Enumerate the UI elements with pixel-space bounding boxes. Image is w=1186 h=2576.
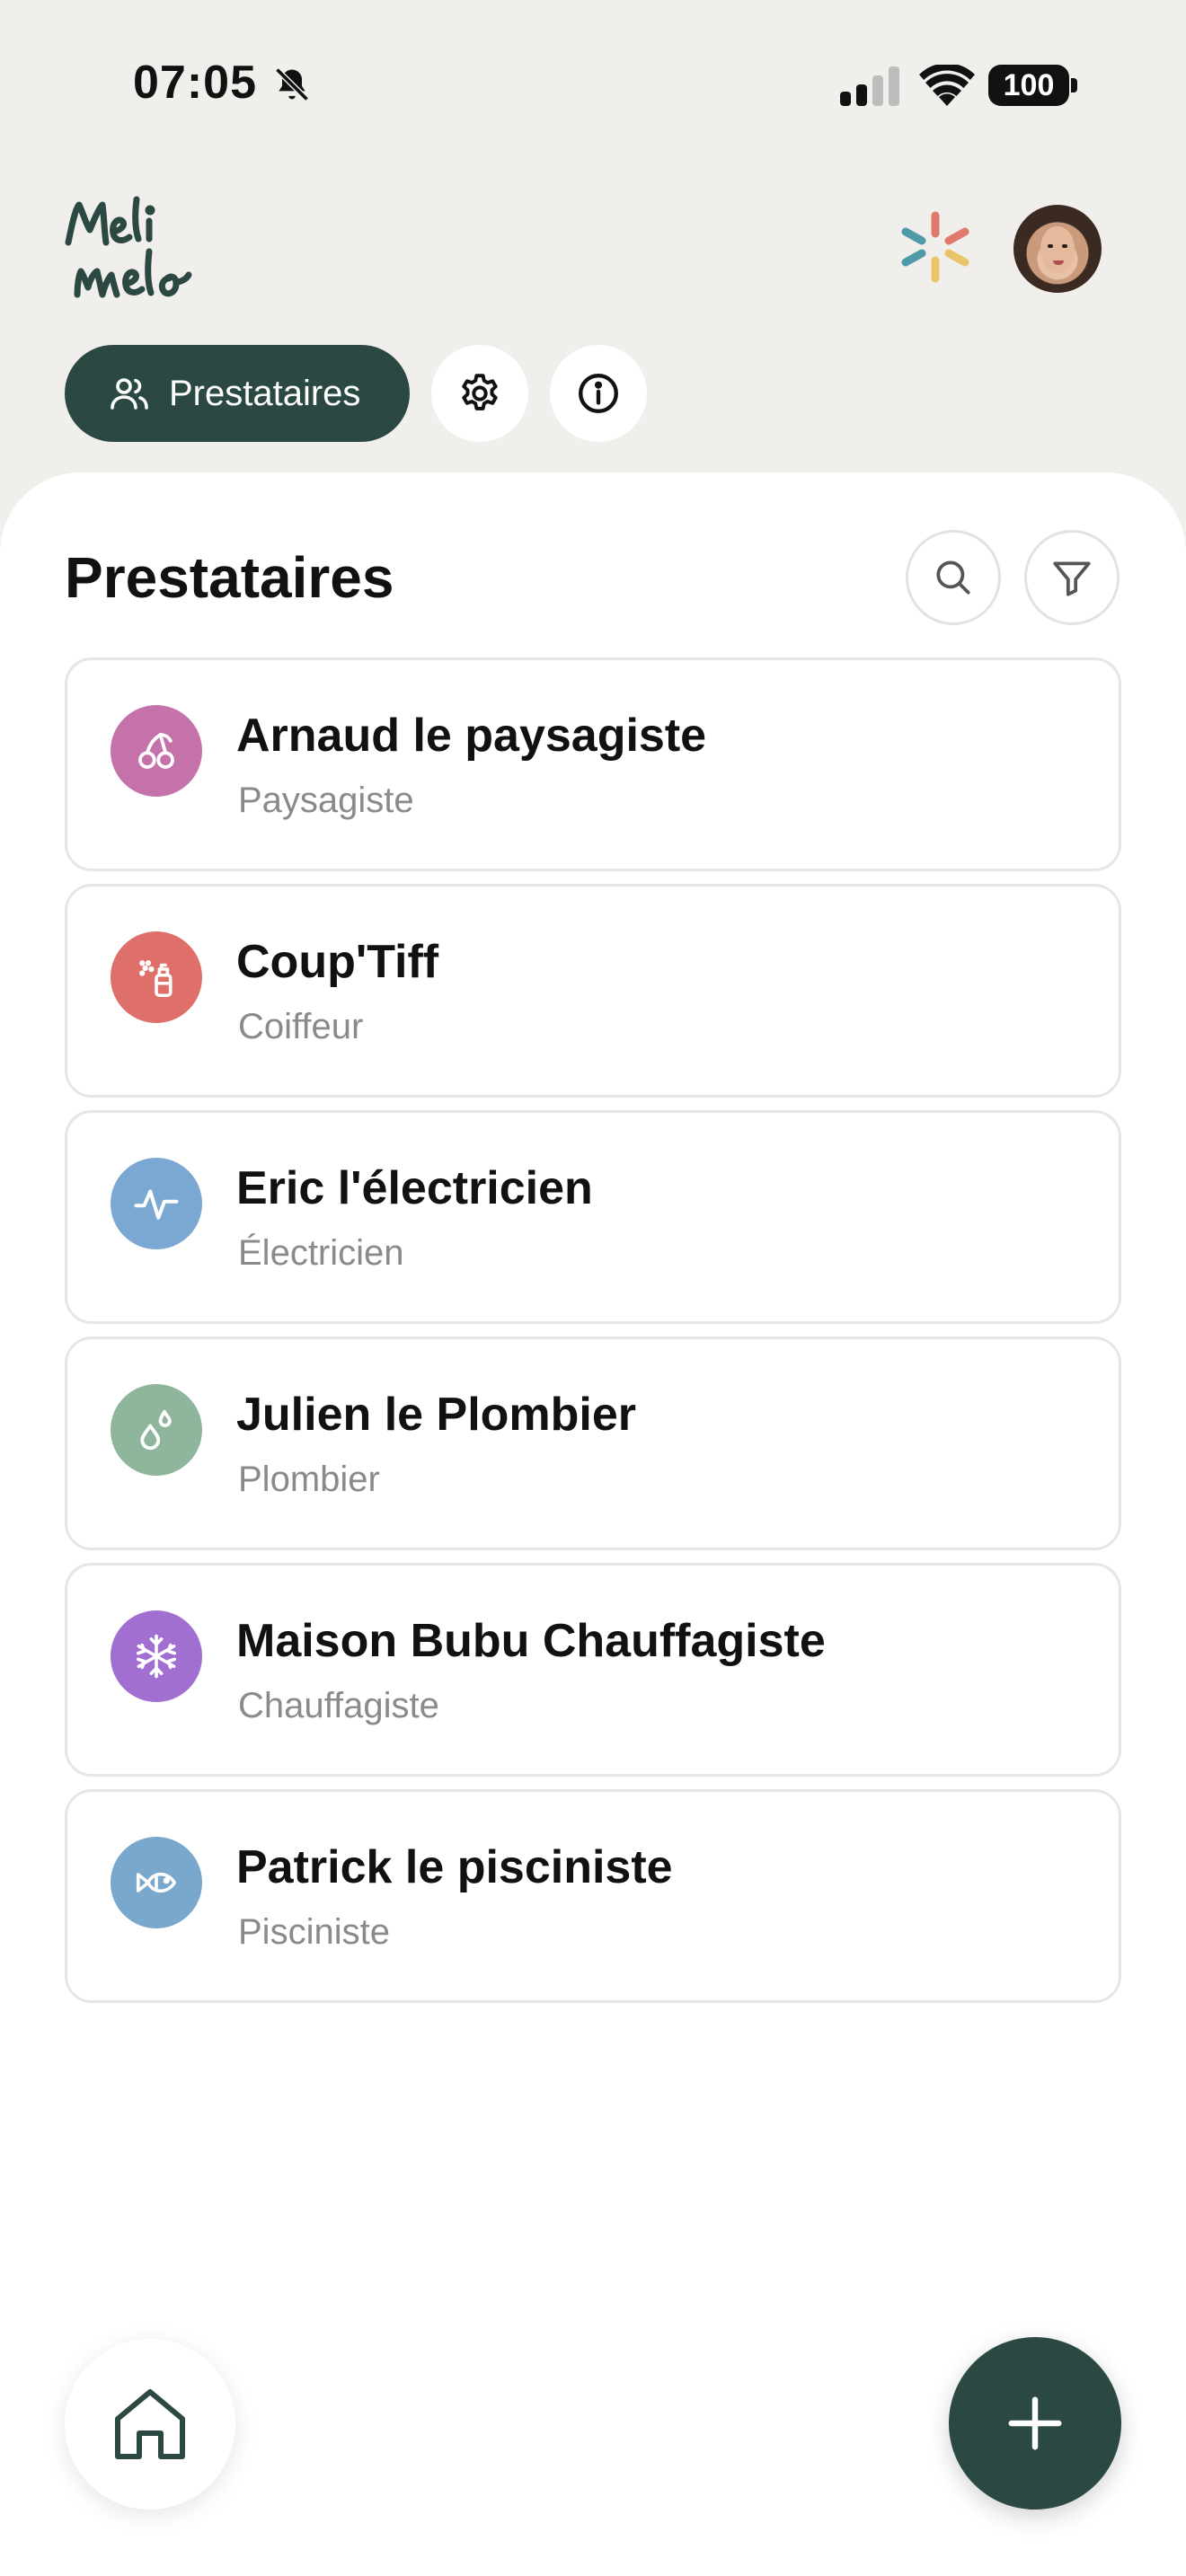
provider-name: Coup'Tiff (236, 936, 439, 988)
snowflake-icon (136, 1634, 177, 1679)
provider-card[interactable]: Maison Bubu Chauffagiste Chauffagiste (65, 1563, 1121, 1777)
provider-card[interactable]: Coup'Tiff Coiffeur (65, 884, 1121, 1098)
tab-prestataires-label: Prestataires (169, 373, 361, 413)
provider-badge (111, 705, 202, 797)
cellular-signal-icon (840, 66, 899, 106)
fish-icon (136, 1872, 177, 1893)
bell-slash-icon (275, 67, 309, 101)
provider-card[interactable]: Eric l'électricien Électricien (65, 1110, 1121, 1324)
filter-icon (1053, 561, 1091, 596)
provider-badge (111, 1610, 202, 1702)
provider-name: Patrick le pisciniste (236, 1841, 673, 1893)
status-bar: 07:05 100 (0, 0, 1186, 171)
provider-name: Eric l'électricien (236, 1162, 593, 1214)
provider-name: Julien le Plombier (236, 1389, 637, 1441)
sparkle-button[interactable] (895, 207, 976, 287)
provider-role: Plombier (238, 1460, 380, 1499)
plus-icon (1008, 2396, 1062, 2450)
filter-button[interactable] (1024, 530, 1120, 625)
settings-button[interactable] (431, 345, 528, 442)
provider-role: Électricien (238, 1233, 404, 1273)
battery-icon: 100 (988, 65, 1078, 106)
sparkle-icon (901, 211, 969, 283)
provider-role: Pisciniste (238, 1912, 390, 1952)
home-icon (115, 2389, 185, 2459)
provider-card[interactable]: Patrick le pisciniste Pisciniste (65, 1789, 1121, 2003)
info-icon (579, 374, 618, 413)
cherry-icon (138, 733, 174, 769)
home-button[interactable] (65, 2339, 235, 2510)
provider-name: Maison Bubu Chauffagiste (236, 1615, 826, 1667)
provider-name: Arnaud le paysagiste (236, 710, 707, 762)
tab-prestataires[interactable]: Prestataires (65, 345, 410, 442)
droplets-icon (140, 1409, 172, 1451)
info-button[interactable] (550, 345, 647, 442)
provider-role: Coiffeur (238, 1007, 364, 1046)
provider-card[interactable]: Julien le Plombier Plombier (65, 1337, 1121, 1550)
search-button[interactable] (906, 530, 1001, 625)
page-title: Prestataires (65, 545, 394, 610)
avatar[interactable] (1013, 205, 1102, 293)
provider-badge (111, 1158, 202, 1249)
users-icon (111, 378, 148, 410)
provider-list: Arnaud le paysagiste Paysagiste Coup'Tif… (65, 657, 1121, 2016)
provider-badge (111, 1384, 202, 1476)
search-icon (936, 560, 970, 595)
provider-badge (111, 931, 202, 1023)
provider-card[interactable]: Arnaud le paysagiste Paysagiste (65, 657, 1121, 871)
provider-badge (111, 1837, 202, 1928)
status-time: 07:05 (133, 57, 257, 109)
provider-role: Chauffagiste (238, 1686, 439, 1725)
melimelo-logo (65, 196, 192, 298)
battery-level: 100 (988, 65, 1069, 106)
provider-role: Paysagiste (238, 781, 414, 820)
gear-icon (462, 374, 498, 410)
pulse-icon (134, 1189, 179, 1220)
spray-bottle-icon (139, 960, 173, 998)
add-provider-button[interactable] (949, 2337, 1121, 2510)
app-screen: 07:05 100 Prestataires Prestataires Arna… (0, 0, 1186, 2576)
wifi-icon (919, 65, 975, 106)
